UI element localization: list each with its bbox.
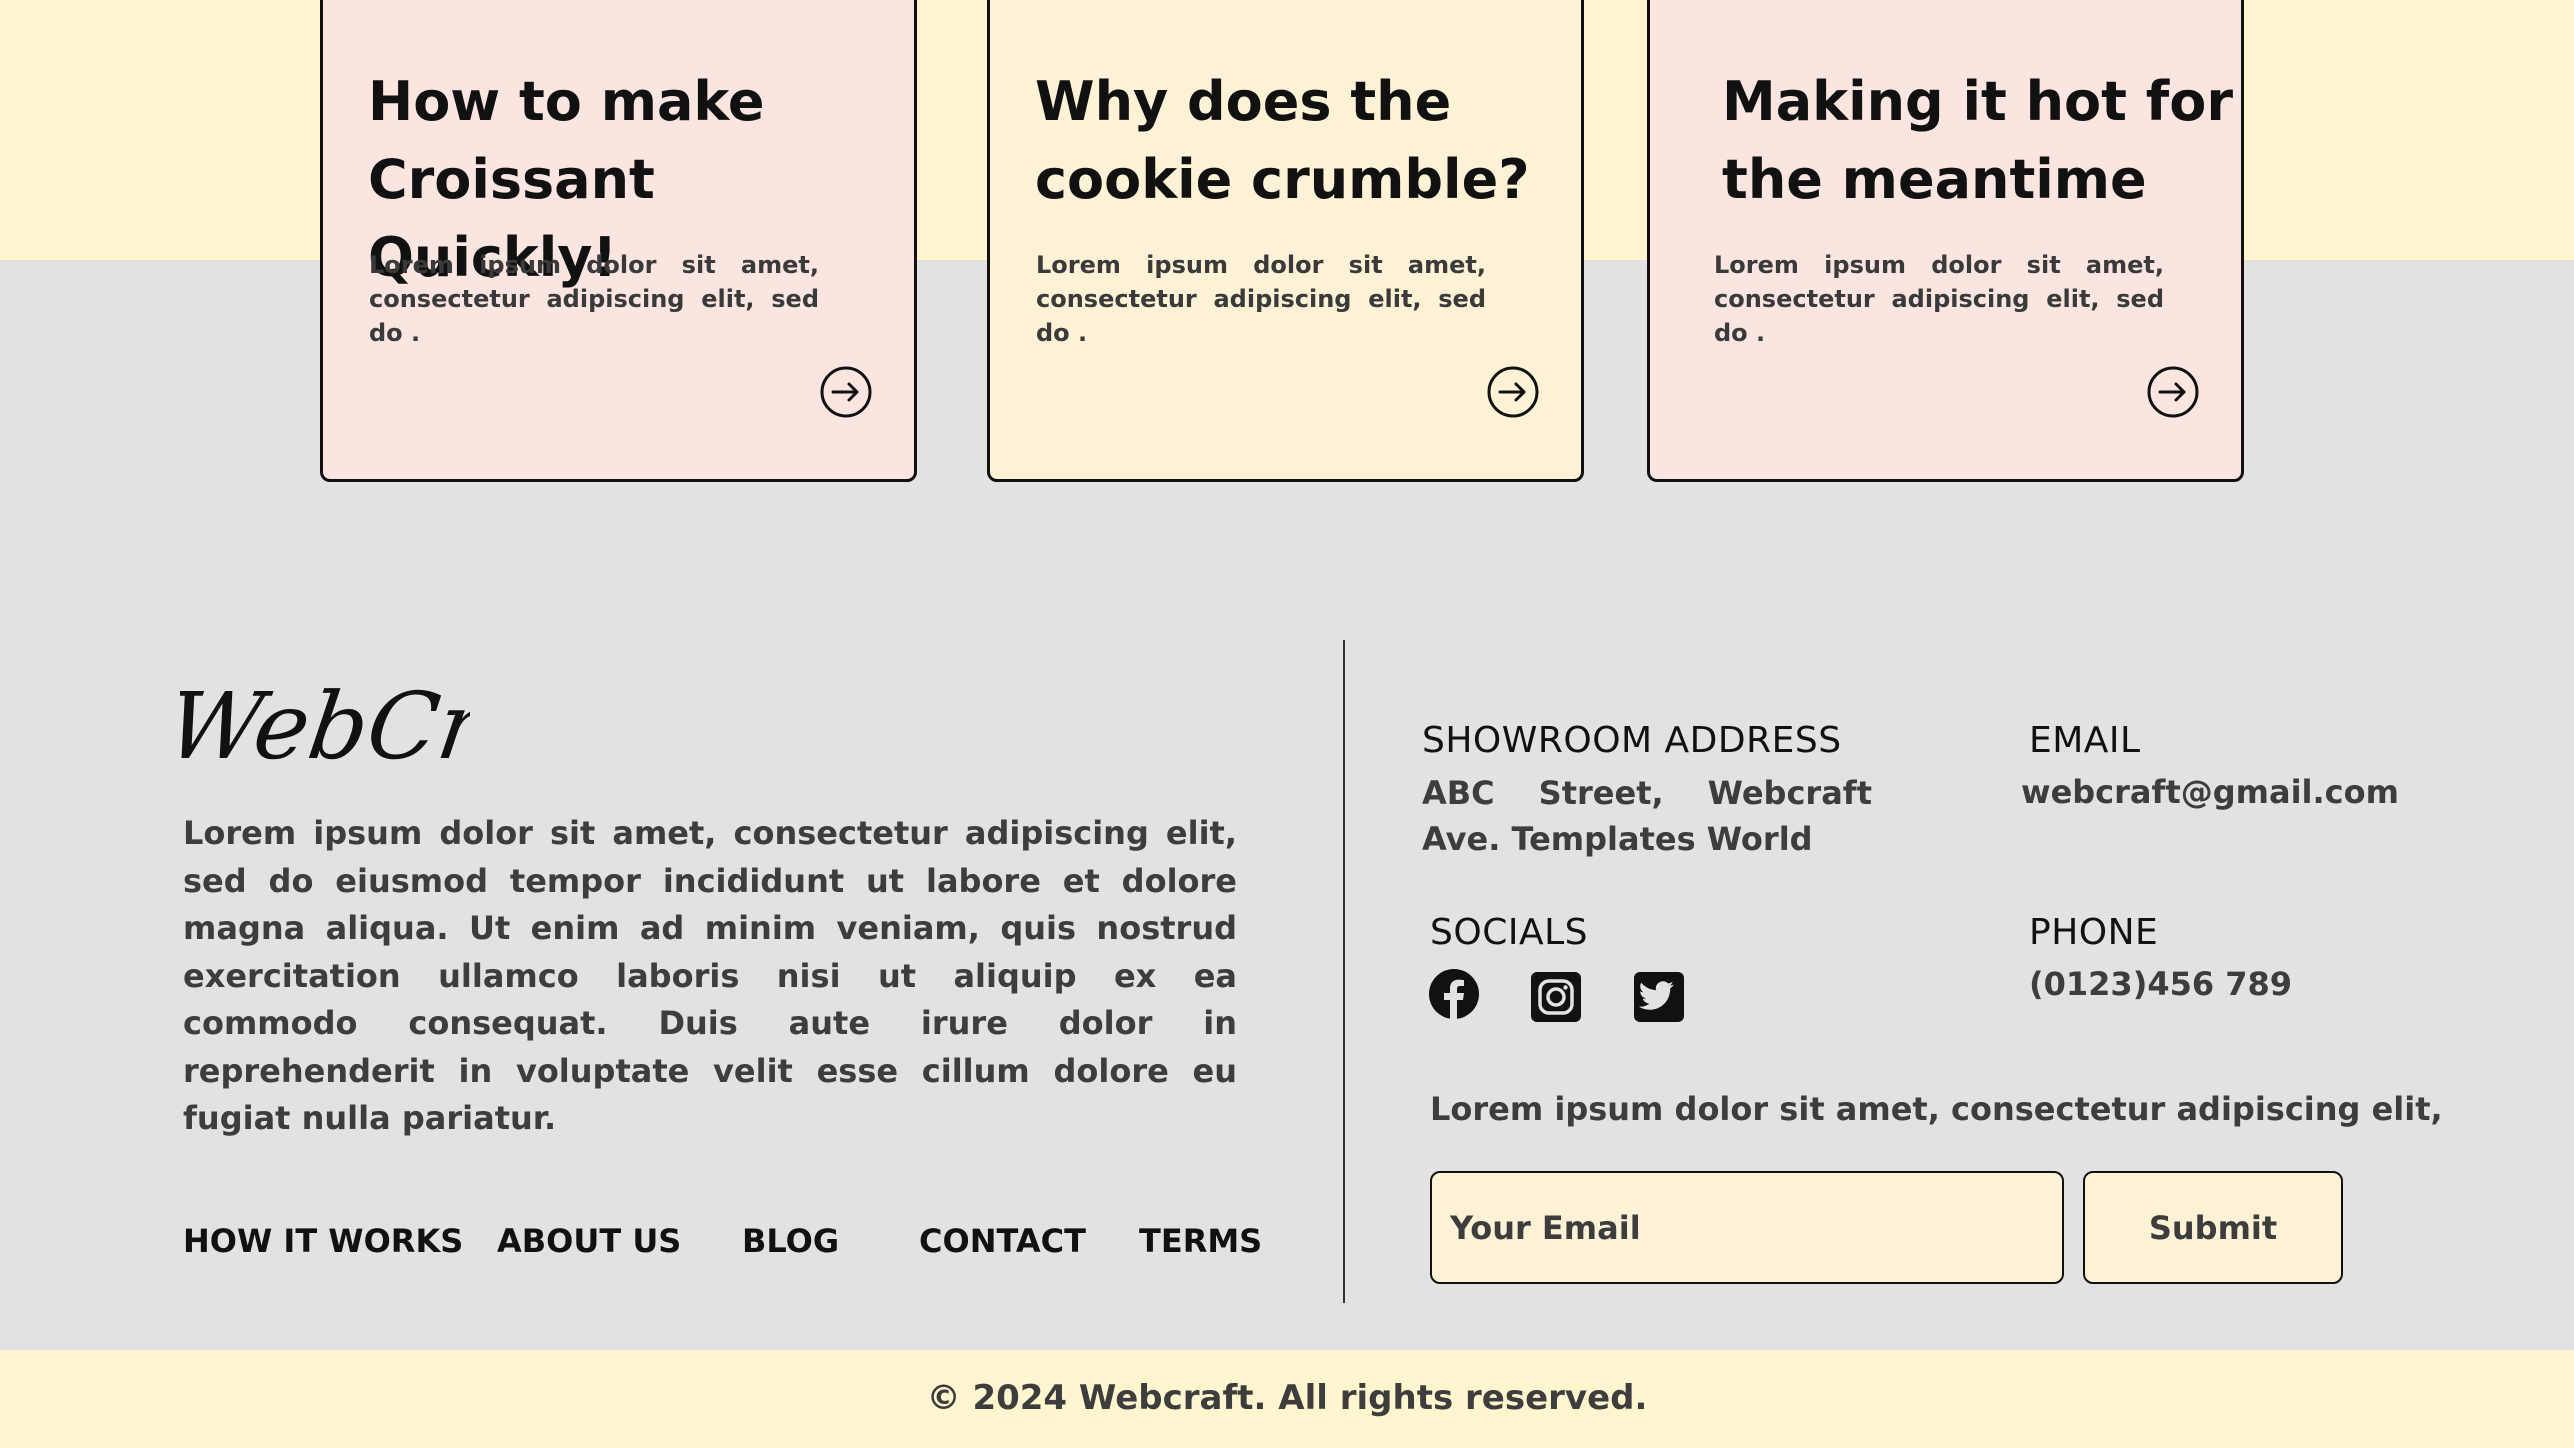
footer-about-text: Lorem ipsum dolor sit amet, consectetur …: [183, 814, 1237, 1137]
phone-heading: PHONE: [2029, 912, 2159, 953]
footer-divider: [1343, 640, 1345, 1303]
card-title: Making it hot for the meantime: [1722, 70, 2233, 211]
facebook-icon[interactable]: [1428, 968, 1480, 1020]
arrow-right-circle-icon[interactable]: [1486, 365, 1540, 419]
nav-contact[interactable]: CONTACT: [919, 1222, 1086, 1260]
socials-heading: SOCIALS: [1430, 912, 1588, 953]
arrow-right-circle-icon[interactable]: [2146, 365, 2200, 419]
contact-phone[interactable]: (0123)456 789: [2029, 965, 2292, 1003]
copyright-text: © 2024 Webcraft. All rights reserved.: [926, 1378, 1648, 1418]
showroom-heading: SHOWROOM ADDRESS: [1422, 720, 1842, 761]
newsletter-email-input[interactable]: [1430, 1171, 2064, 1284]
nav-terms[interactable]: TERMS: [1139, 1222, 1262, 1260]
instagram-icon[interactable]: [1530, 971, 1582, 1023]
blog-card[interactable]: Making it hot for the meantime Lorem ips…: [1647, 0, 2244, 482]
card-title: Why does the cookie crumble?: [1035, 70, 1530, 211]
blog-card[interactable]: Why does the cookie crumble? Lorem ipsum…: [987, 0, 1584, 482]
logo-text: WebCraft: [180, 672, 470, 779]
card-excerpt: Lorem ipsum dolor sit amet, consectetur …: [1036, 251, 1486, 347]
email-heading: EMAIL: [2029, 720, 2141, 761]
twitter-icon[interactable]: [1633, 971, 1685, 1023]
blog-card[interactable]: How to make Croissant Quickly! Lorem ips…: [320, 0, 917, 482]
newsletter-text: Lorem ipsum dolor sit amet, consectetur …: [1430, 1090, 2443, 1128]
nav-how-it-works[interactable]: HOW IT WORKS: [183, 1222, 463, 1260]
contact-email[interactable]: webcraft@gmail.com: [2021, 773, 2399, 811]
webcraft-logo[interactable]: WebCraft: [180, 640, 470, 800]
arrow-right-circle-icon[interactable]: [819, 365, 873, 419]
showroom-address: ABC Street, Webcraft Ave. Templates Worl…: [1422, 774, 1872, 858]
nav-blog[interactable]: BLOG: [742, 1222, 839, 1260]
card-excerpt: Lorem ipsum dolor sit amet, consectetur …: [369, 251, 819, 347]
submit-button[interactable]: Submit: [2083, 1171, 2343, 1284]
nav-about-us[interactable]: ABOUT US: [497, 1222, 681, 1260]
card-excerpt: Lorem ipsum dolor sit amet, consectetur …: [1714, 251, 2164, 347]
